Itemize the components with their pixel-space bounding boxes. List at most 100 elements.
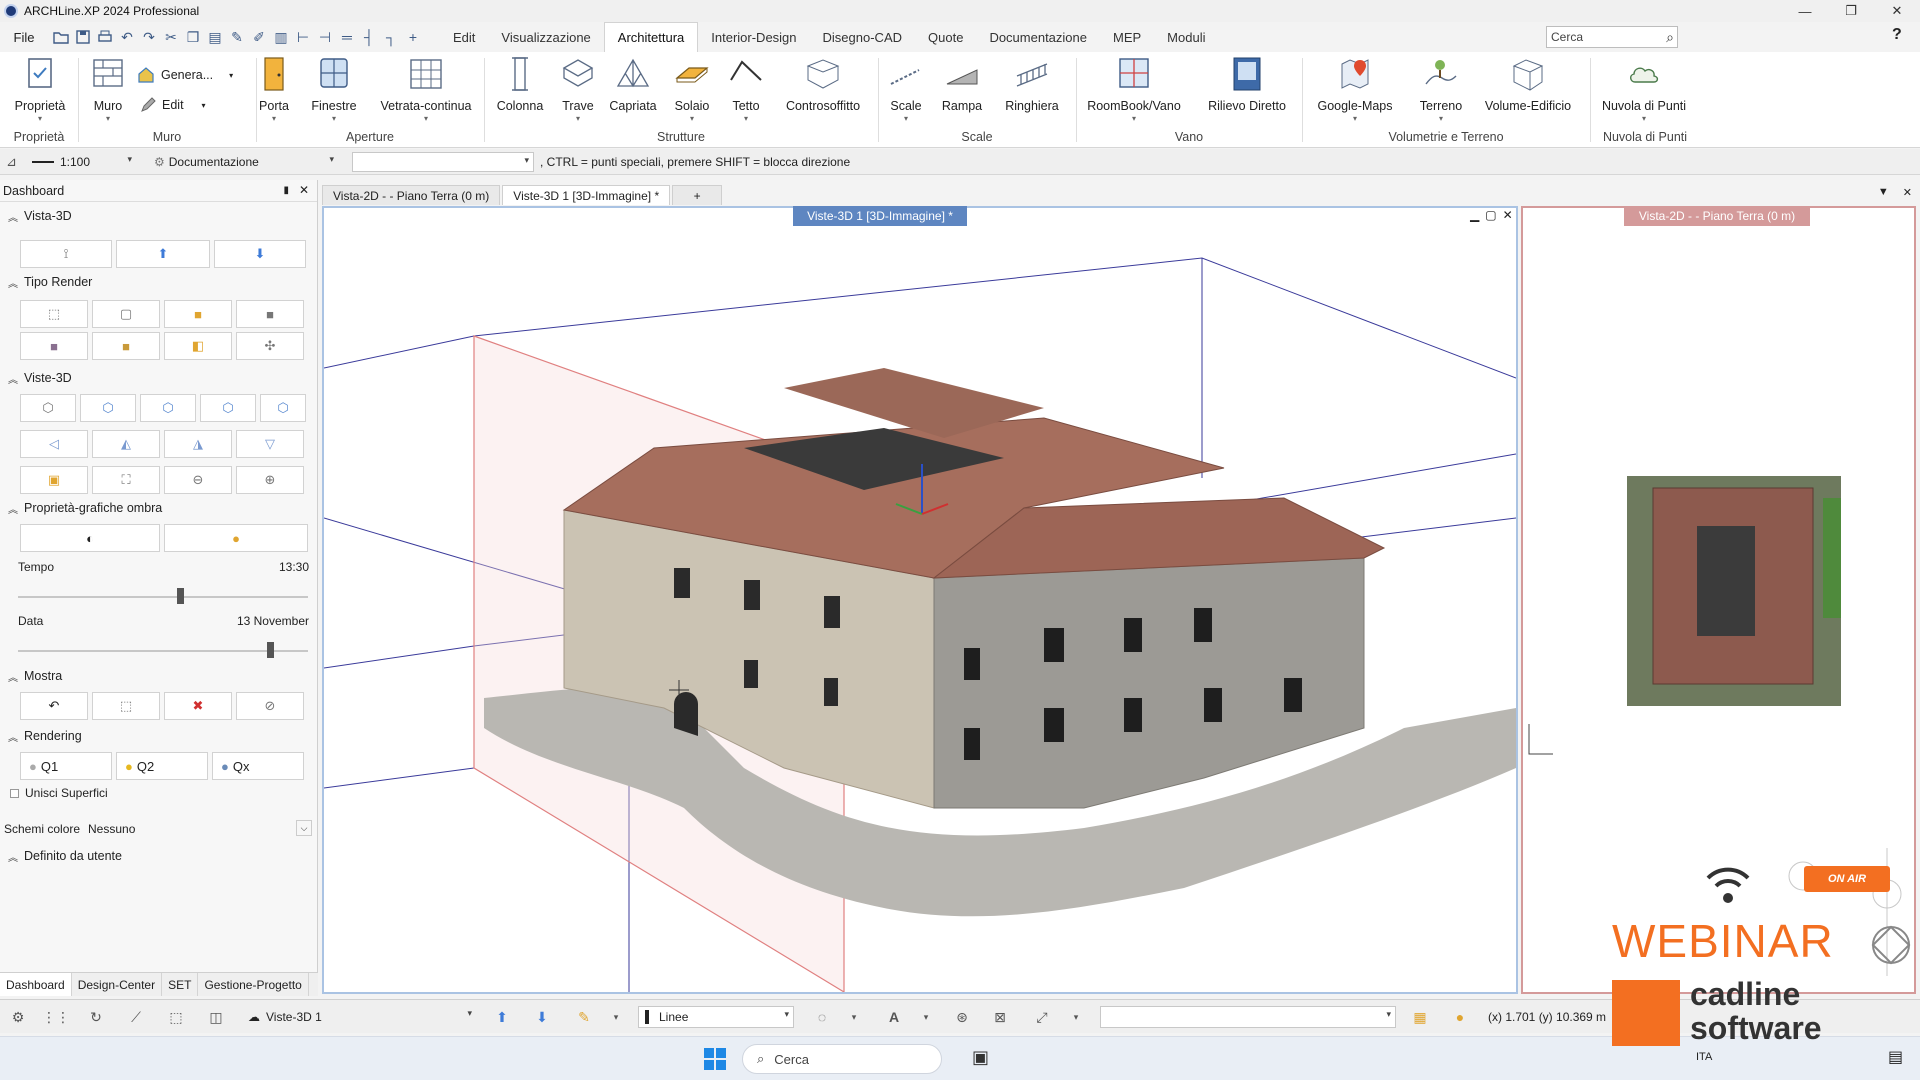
- vetrata-continua-button[interactable]: Vetrata-continua ▾: [376, 56, 476, 123]
- render-q1-button[interactable]: ● Q1: [20, 752, 112, 780]
- file-menu[interactable]: File: [4, 26, 44, 48]
- brush-dropdown-icon[interactable]: ▾: [604, 1006, 628, 1028]
- section-header-viste-3d[interactable]: ︽ Viste-3D: [0, 368, 318, 388]
- fill-dropdown-icon[interactable]: ▾: [842, 1006, 866, 1028]
- muro-button[interactable]: Muro ▾: [86, 56, 130, 123]
- settings-gear-icon[interactable]: ⚙: [6, 1006, 30, 1028]
- tab-documentazione[interactable]: Documentazione: [976, 22, 1100, 52]
- tab-gestione-progetto[interactable]: Gestione-Progetto: [198, 973, 309, 996]
- tab-architettura[interactable]: Architettura: [603, 22, 699, 52]
- genera-button[interactable]: Genera... ▾: [137, 66, 233, 84]
- controsoffitto-button[interactable]: Controsoffitto: [778, 56, 868, 113]
- level-up-icon[interactable]: ⬆: [490, 1006, 514, 1028]
- render-sketch-button[interactable]: ✣: [236, 332, 304, 360]
- tab-dashboard[interactable]: Dashboard: [0, 973, 72, 996]
- text-style-icon[interactable]: A: [882, 1006, 906, 1028]
- maximize-button[interactable]: ❐: [1828, 0, 1874, 22]
- view-up-button[interactable]: ⬆: [116, 240, 210, 268]
- section-header-tipo-render[interactable]: ︽ Tipo Render: [0, 272, 318, 292]
- trave-button[interactable]: Trave ▾: [556, 56, 600, 123]
- coordinate-input[interactable]: ▾: [1100, 1006, 1396, 1028]
- undo-icon[interactable]: ↶: [116, 26, 138, 48]
- unisci-superfici-checkbox[interactable]: Unisci Superfici: [10, 786, 108, 800]
- brush-icon[interactable]: ✎: [572, 1006, 596, 1028]
- show-hide-button[interactable]: ✖: [164, 692, 232, 720]
- tab-list-icon[interactable]: ▼: [1878, 186, 1889, 199]
- tab-viste-3d[interactable]: Viste-3D 1 [3D-Immagine] *: [502, 185, 671, 205]
- select-icon[interactable]: ⬚: [164, 1006, 188, 1028]
- viewport-close-icon[interactable]: ✕: [1503, 208, 1513, 222]
- notification-icon[interactable]: ▤: [1888, 1047, 1903, 1067]
- viewport-3d[interactable]: [322, 206, 1518, 994]
- render-shadow-button[interactable]: ◧: [164, 332, 232, 360]
- tab-vista-2d[interactable]: Vista-2D - - Piano Terra (0 m): [322, 185, 501, 205]
- delete-icon[interactable]: ▥: [270, 26, 292, 48]
- measure-dropdown-icon[interactable]: ▾: [1064, 1006, 1088, 1028]
- refresh-icon[interactable]: ↻: [84, 1006, 108, 1028]
- section-header-vista-3d[interactable]: ︽ Vista-3D: [0, 206, 318, 226]
- roombook-button[interactable]: RoomBook/Vano ▾: [1084, 56, 1184, 123]
- render-qx-button[interactable]: ● Qx: [212, 752, 304, 780]
- corner-icon[interactable]: ┐: [380, 26, 402, 48]
- view-back-button[interactable]: ⬡: [200, 394, 256, 422]
- render-shaded-button[interactable]: ■: [164, 300, 232, 328]
- task-view-icon[interactable]: ▣: [972, 1047, 989, 1068]
- orbit-view-button[interactable]: ⟟: [20, 240, 112, 268]
- show-visibility-button[interactable]: ⊘: [236, 692, 304, 720]
- snap-orbit-icon[interactable]: ⊛: [950, 1006, 974, 1028]
- pen-icon[interactable]: ✐: [248, 26, 270, 48]
- nav-down-button[interactable]: ▽: [236, 430, 304, 458]
- tab-interior-design[interactable]: Interior-Design: [698, 22, 809, 52]
- grid-icon[interactable]: ⋮⋮: [42, 1006, 70, 1028]
- capriata-button[interactable]: Capriata: [606, 56, 660, 113]
- tab-mep[interactable]: MEP: [1100, 22, 1154, 52]
- proprieta-button[interactable]: Proprietà ▾: [10, 56, 70, 123]
- layers-panel-icon[interactable]: ▦: [1408, 1006, 1432, 1028]
- taskbar-search[interactable]: ⌕ Cerca: [742, 1044, 942, 1074]
- view-down-button[interactable]: ⬇: [214, 240, 306, 268]
- tab-set[interactable]: SET: [162, 973, 199, 996]
- view-iso-button[interactable]: ⬡: [20, 394, 76, 422]
- paste-icon[interactable]: ▤: [204, 26, 226, 48]
- rampa-button[interactable]: Rampa: [938, 56, 986, 113]
- paint-brush-icon[interactable]: ✎: [226, 26, 248, 48]
- extend-icon[interactable]: ⊣: [314, 26, 336, 48]
- tab-moduli[interactable]: Moduli: [1154, 22, 1218, 52]
- point-cloud-scene[interactable]: [323, 208, 1517, 994]
- open-folder-icon[interactable]: [50, 26, 72, 48]
- close-panel-icon[interactable]: ✕: [299, 183, 309, 197]
- render-texture-button[interactable]: ■: [92, 332, 160, 360]
- minimize-button[interactable]: —: [1782, 0, 1828, 22]
- view-left-button[interactable]: ⬡: [260, 394, 306, 422]
- tab-disegno-cad[interactable]: Disegno-CAD: [810, 22, 915, 52]
- align-icon[interactable]: ┤: [358, 26, 380, 48]
- level-down-icon[interactable]: ⬇: [530, 1006, 554, 1028]
- nav-left-button[interactable]: ◭: [92, 430, 160, 458]
- scale-button[interactable]: Scale ▾: [884, 56, 928, 123]
- tetto-button[interactable]: Tetto ▾: [724, 56, 768, 123]
- scale-select[interactable]: 1:100 ▾: [26, 152, 136, 172]
- zoom-in-button[interactable]: ⊕: [236, 466, 304, 494]
- tab-design-center[interactable]: Design-Center: [72, 973, 163, 996]
- solaio-button[interactable]: Solaio ▾: [668, 56, 716, 123]
- nav-forward-left-button[interactable]: ◁: [20, 430, 88, 458]
- render-gray-button[interactable]: ■: [236, 300, 304, 328]
- trim-icon[interactable]: ⊢: [292, 26, 314, 48]
- finestre-button[interactable]: Finestre ▾: [308, 56, 360, 123]
- edit-button[interactable]: Edit ▾: [140, 97, 206, 113]
- shadow-toggle-button[interactable]: ◐: [20, 524, 160, 552]
- ortho-icon[interactable]: ⟋: [124, 1006, 148, 1028]
- close-button[interactable]: ✕: [1874, 0, 1920, 22]
- render-wireframe-button[interactable]: ⬚: [20, 300, 88, 328]
- copy-icon[interactable]: ❐: [182, 26, 204, 48]
- ringhiera-button[interactable]: Ringhiera: [1000, 56, 1064, 113]
- tab-quote[interactable]: Quote: [915, 22, 976, 52]
- terreno-button[interactable]: Terreno ▾: [1414, 56, 1468, 123]
- measure-icon[interactable]: ⤢: [1030, 1006, 1054, 1028]
- render-colored-button[interactable]: ■: [20, 332, 88, 360]
- colonna-button[interactable]: Colonna: [492, 56, 548, 113]
- nuvola-di-punti-button[interactable]: Nuvola di Punti ▾: [1598, 56, 1690, 123]
- save-icon[interactable]: [72, 26, 94, 48]
- data-slider[interactable]: [18, 650, 308, 652]
- zoom-extents-button[interactable]: ⛶: [92, 466, 160, 494]
